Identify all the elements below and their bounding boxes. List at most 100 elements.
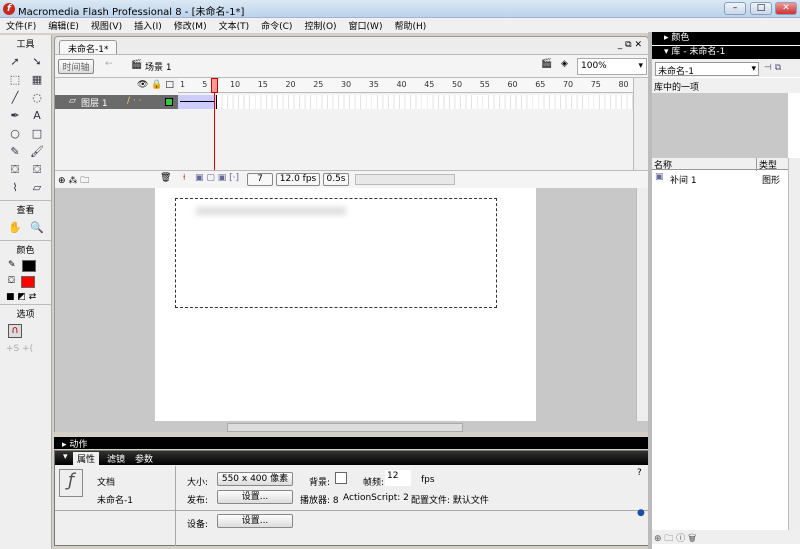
flash-document-icon: ƒ xyxy=(59,469,83,497)
library-footer-buttons[interactable]: ⊕ 🗀 ⓘ 🗑 xyxy=(652,530,800,544)
lasso-tool-icon[interactable]: ◌ xyxy=(28,90,46,106)
timeline-toggle-button[interactable]: 时间轴 xyxy=(58,59,94,74)
stroke-color[interactable]: ✎ xyxy=(0,258,51,274)
scene-icon: 🎬 xyxy=(131,60,143,70)
stage-hscroll[interactable] xyxy=(227,423,463,432)
tab-parameters[interactable]: 参数 xyxy=(135,452,153,465)
menu-item[interactable]: 视图(V) xyxy=(85,18,128,33)
eyedropper-tool-icon[interactable]: ⌇ xyxy=(6,180,24,196)
fill-color[interactable]: ⛋ xyxy=(0,274,51,290)
publish-settings-button[interactable]: 设置... xyxy=(217,490,293,504)
library-select[interactable]: 未命名-1 ▾ xyxy=(655,62,759,77)
doc-window-controls[interactable]: _ ⧉ ✕ xyxy=(618,40,642,50)
column-name[interactable]: 名称 xyxy=(654,158,672,171)
menu-item[interactable]: 修改(M) xyxy=(168,18,213,33)
layer-row[interactable]: ▱ 图层 1 / · · xyxy=(55,95,178,109)
outline-color-icon[interactable] xyxy=(165,98,173,106)
tab-filters[interactable]: 滤镜 xyxy=(107,452,125,465)
edit-symbol-icon[interactable]: ◈ xyxy=(561,59,568,69)
oval-tool-icon[interactable]: ○ xyxy=(6,126,24,142)
ruler-tick: 20 xyxy=(285,80,296,89)
add-layer-icons[interactable]: ⊕ ⁂ 🗀 xyxy=(58,173,89,189)
color-swap-buttons[interactable]: ■ ◩ ⇄ xyxy=(0,290,51,304)
pen-tool-icon[interactable]: ✒ xyxy=(6,108,24,124)
publish-label: 发布: xyxy=(187,496,209,506)
delete-layer-icon[interactable]: 🗑 xyxy=(160,173,171,183)
pencil-tool-icon[interactable]: ✎ xyxy=(6,144,24,160)
menu-item[interactable]: 文本(T) xyxy=(213,18,256,33)
ruler-tick: 25 xyxy=(313,80,324,89)
center-frame-icon[interactable]: ⍿ xyxy=(183,173,185,183)
document-toolbar: 时间轴 ← 🎬 场景 1 🎬 ◈ 100% ▾ xyxy=(55,54,648,78)
snap-magnet-icon[interactable]: ∩ xyxy=(8,324,22,338)
menu-item[interactable]: 插入(I) xyxy=(128,18,168,33)
playhead[interactable] xyxy=(211,78,219,93)
stage[interactable] xyxy=(155,188,536,421)
doc-name: 未命名-1 xyxy=(97,496,133,506)
motion-tween[interactable] xyxy=(178,95,217,109)
zoom-select[interactable]: 100% ▾ xyxy=(577,58,647,75)
menu-item[interactable]: 窗口(W) xyxy=(343,18,389,33)
ruler-tick: 30 xyxy=(340,80,352,89)
library-vscroll[interactable] xyxy=(788,158,800,530)
color-panel-header[interactable]: ▸ 颜色 xyxy=(652,32,800,45)
menu-item[interactable]: 命令(C) xyxy=(255,18,298,33)
close-button[interactable]: ✕ xyxy=(775,2,797,15)
zoom-tool-icon[interactable]: 🔍 xyxy=(28,220,46,236)
ruler-tick: 55 xyxy=(479,80,490,89)
size-button[interactable]: 550 x 400 像素 xyxy=(217,472,293,486)
ruler-tick: 40 xyxy=(396,80,407,89)
library-item-name: 补间 1 xyxy=(670,176,697,186)
rectangle-tool-icon[interactable]: □ xyxy=(28,126,46,142)
accessibility-icon[interactable]: ● xyxy=(637,508,645,518)
properties-panel: ▾ 属性 滤镜 参数 ƒ 文档 未命名-1 大小: 550 x 400 像素 背… xyxy=(54,450,649,546)
menu-item[interactable]: 帮助(H) xyxy=(388,18,432,33)
column-type[interactable]: 类型 xyxy=(756,158,777,171)
onion-skin-icons[interactable]: ▣ ▢ ▣ [·] xyxy=(195,173,239,183)
help-icon[interactable]: ? xyxy=(637,468,642,478)
layer-visibility-icons[interactable]: 👁 🔒 □ xyxy=(137,80,174,90)
frame-grid[interactable] xyxy=(178,95,633,109)
hand-tool-icon[interactable]: ✋ xyxy=(6,220,24,236)
ruler-tick: 80 xyxy=(618,80,629,89)
frame-ruler[interactable]: 1 5 10 15 20 25 30 35 40 45 50 55 60 65 70 75 80 xyxy=(178,78,633,93)
fps-label: 帧频: xyxy=(363,478,385,488)
text-tool-icon[interactable]: A xyxy=(28,108,46,124)
free-transform-tool-icon[interactable]: ⬚ xyxy=(6,72,24,88)
pin-library-icon[interactable]: ⊣ ⧉ xyxy=(764,63,781,73)
ink-bottle-tool-icon[interactable]: ⛋ xyxy=(6,162,24,178)
fps-input[interactable]: 12 xyxy=(385,470,411,486)
right-panel: ▸ 颜色 ▾ 库 - 未命名-1 未命名-1 ▾ ⊣ ⧉ 库中的一项 名称 类型 … xyxy=(652,32,800,549)
edit-scene-icon[interactable]: 🎬 xyxy=(541,59,552,69)
subselection-tool-icon[interactable]: ➘ xyxy=(28,54,46,70)
maximize-button[interactable]: □ xyxy=(750,2,772,15)
paint-bucket-tool-icon[interactable]: ⛋ xyxy=(28,162,46,178)
menu-item[interactable]: 文件(F) xyxy=(0,18,42,33)
library-preview xyxy=(652,93,788,158)
menu-item[interactable]: 编辑(E) xyxy=(42,18,85,33)
library-item[interactable]: ▣ 补间 1 图形 xyxy=(652,172,788,186)
actions-panel-header[interactable]: ▸ 动作 xyxy=(54,437,649,450)
ruler-tick: 1 xyxy=(180,80,186,89)
back-arrow-icon[interactable]: ← xyxy=(105,59,113,69)
playhead-line xyxy=(214,93,216,170)
device-settings-button[interactable]: 设置... xyxy=(217,514,293,528)
smooth-straighten-icon: +S +( xyxy=(6,344,34,354)
document-tab[interactable]: 未命名-1* xyxy=(59,40,118,55)
eraser-tool-icon[interactable]: ▱ xyxy=(28,180,46,196)
brush-tool-icon[interactable]: 🖌 xyxy=(28,144,46,160)
tween-symbol-instance[interactable] xyxy=(175,198,497,308)
minimize-button[interactable]: – xyxy=(724,2,746,15)
tab-properties[interactable]: 属性 xyxy=(73,452,100,465)
timeline-vscroll[interactable] xyxy=(633,78,648,170)
timeline-hscroll[interactable] xyxy=(355,174,455,185)
background-color-swatch[interactable] xyxy=(335,472,347,484)
selection-tool-icon[interactable]: ➚ xyxy=(6,54,24,70)
actionscript-version: ActionScript: 2 xyxy=(343,493,409,503)
line-tool-icon[interactable]: ╱ xyxy=(6,90,24,106)
library-panel-header[interactable]: ▾ 库 - 未命名-1 xyxy=(652,46,800,59)
current-frame: 7 xyxy=(247,173,273,186)
menu-item[interactable]: 控制(O) xyxy=(298,18,342,33)
stage-vscroll[interactable] xyxy=(636,188,648,421)
fill-transform-tool-icon[interactable]: ▦ xyxy=(28,72,46,88)
